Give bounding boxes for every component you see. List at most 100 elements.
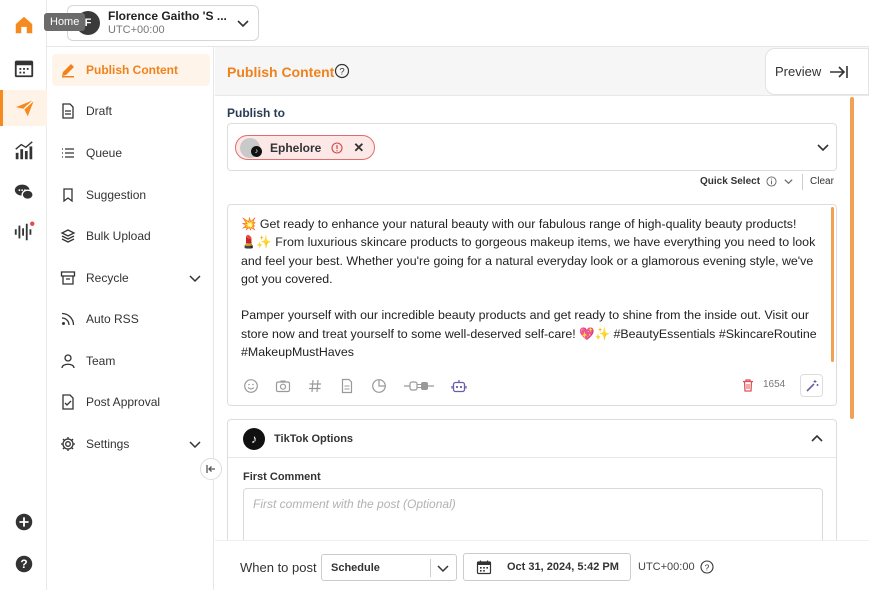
warning-icon[interactable] bbox=[331, 141, 343, 154]
publish-to-select[interactable]: ♪ Ephelore ✕ bbox=[227, 123, 837, 171]
publish-to-label: Publish to bbox=[227, 106, 285, 120]
page-title: Publish Content bbox=[227, 64, 335, 80]
trash-icon[interactable] bbox=[741, 378, 755, 392]
archive-icon bbox=[60, 271, 76, 285]
chevron-down-icon bbox=[784, 179, 793, 185]
ai-bot-icon[interactable] bbox=[451, 378, 467, 394]
list-icon bbox=[62, 148, 74, 158]
post-editor[interactable]: 💥 Get ready to enhance your natural beau… bbox=[227, 204, 837, 406]
chevron-down-icon[interactable] bbox=[816, 140, 830, 154]
tiktok-options-header[interactable]: ♪ TikTok Options bbox=[228, 420, 836, 458]
help-button[interactable]: ? bbox=[0, 546, 47, 582]
schedule-select[interactable]: Schedule bbox=[321, 554, 457, 581]
collapse-sidebar-button[interactable] bbox=[200, 458, 222, 480]
calendar-icon bbox=[476, 560, 492, 575]
sidebar-item-label: Team bbox=[86, 354, 116, 368]
character-count: 1654 bbox=[763, 379, 786, 390]
pen-icon bbox=[62, 64, 74, 78]
user-icon bbox=[61, 354, 75, 369]
calendar-icon bbox=[14, 60, 33, 78]
document-icon[interactable] bbox=[339, 378, 355, 394]
main-panel: Publish Content ? Preview Publish to ♪ E… bbox=[215, 47, 869, 590]
magic-wand-icon bbox=[805, 379, 818, 392]
when-to-post-label: When to post bbox=[240, 560, 317, 575]
inbox-icon bbox=[14, 184, 34, 201]
quick-select-label: Quick Select bbox=[700, 176, 761, 187]
sidebar-item-draft[interactable]: Draft bbox=[52, 95, 210, 127]
first-comment-label: First Comment bbox=[243, 471, 321, 483]
svg-text:?: ? bbox=[339, 67, 344, 78]
chevron-down-icon bbox=[189, 275, 201, 283]
hashtag-icon[interactable] bbox=[307, 378, 323, 394]
clear-button[interactable]: Clear bbox=[810, 176, 834, 187]
chevron-down-icon bbox=[189, 441, 201, 449]
account-chip[interactable]: ♪ Ephelore ✕ bbox=[235, 135, 376, 160]
sidebar-item-recycle[interactable]: Recycle bbox=[52, 262, 210, 294]
sidebar-item-queue[interactable]: Queue bbox=[52, 137, 210, 169]
help-circle-icon[interactable]: ? bbox=[700, 560, 714, 574]
sidebar-item-label: Recycle bbox=[86, 271, 129, 285]
bookmark-icon bbox=[63, 188, 73, 203]
timezone-label: UTC+00:00 bbox=[638, 561, 695, 573]
quick-select-dropdown[interactable]: Quick Select bbox=[700, 176, 794, 187]
ai-assist-button[interactable] bbox=[800, 374, 823, 397]
account-chip-label: Ephelore bbox=[270, 140, 322, 155]
remove-chip-icon[interactable]: ✕ bbox=[353, 140, 364, 156]
chevron-down-icon bbox=[437, 565, 449, 573]
svg-text:?: ? bbox=[20, 557, 27, 571]
account-timezone: UTC+00:00 bbox=[108, 24, 165, 36]
date-time-picker[interactable]: Oct 31, 2024, 5:42 PM bbox=[463, 553, 631, 581]
tiktok-icon: ♪ bbox=[251, 146, 262, 157]
sidebar-item-bulk-upload[interactable]: Bulk Upload bbox=[52, 220, 210, 252]
sidebar-item-label: Queue bbox=[86, 146, 123, 160]
preview-button[interactable]: Preview bbox=[765, 48, 869, 95]
emoji-icon[interactable] bbox=[243, 378, 259, 394]
sidebar-item-label: Post Approval bbox=[86, 395, 161, 409]
add-icon bbox=[15, 513, 32, 531]
tiktok-options-title: TikTok Options bbox=[274, 433, 354, 445]
sidebar: Publish Content Draft Queue Suggestion B… bbox=[47, 47, 214, 590]
main-scrollbar[interactable] bbox=[850, 97, 854, 419]
sidebar-item-label: Publish Content bbox=[86, 63, 178, 77]
pie-chart-icon[interactable] bbox=[371, 378, 387, 394]
listening-button[interactable] bbox=[0, 214, 47, 250]
editor-scrollbar[interactable] bbox=[831, 207, 834, 362]
layers-icon bbox=[60, 229, 76, 243]
date-value: Oct 31, 2024, 5:42 PM bbox=[507, 561, 619, 573]
sidebar-item-publish-content[interactable]: Publish Content bbox=[52, 54, 210, 86]
publish-button[interactable] bbox=[0, 90, 47, 126]
divider bbox=[802, 174, 803, 190]
icon-rail: Home ? bbox=[0, 0, 86, 590]
account-switcher[interactable]: F Florence Gaitho 'S ... UTC+00:00 bbox=[67, 5, 259, 41]
help-circle-icon[interactable]: ? bbox=[334, 63, 350, 79]
calendar-button[interactable] bbox=[0, 50, 47, 86]
sidebar-item-label: Bulk Upload bbox=[86, 229, 151, 243]
post-text[interactable]: 💥 Get ready to enhance your natural beau… bbox=[241, 215, 821, 361]
schedule-footer: When to post Schedule Oct 31, 2024, 5:42… bbox=[215, 540, 869, 590]
post-text-line-3: Pamper yourself with our incredible beau… bbox=[241, 308, 821, 360]
sidebar-item-post-approval[interactable]: Post Approval bbox=[52, 386, 210, 418]
analytics-button[interactable] bbox=[0, 133, 47, 169]
home-icon bbox=[15, 16, 32, 34]
account-name: Florence Gaitho 'S ... bbox=[108, 9, 227, 23]
svg-text:?: ? bbox=[705, 562, 710, 572]
post-text-line-1: 💥 Get ready to enhance your natural beau… bbox=[241, 217, 797, 231]
main-header: Publish Content ? Preview bbox=[215, 47, 869, 96]
sidebar-item-team[interactable]: Team bbox=[52, 345, 210, 377]
post-text-line-2: 💄✨ From luxurious skincare products to g… bbox=[241, 235, 819, 286]
sidebar-item-suggestion[interactable]: Suggestion bbox=[52, 179, 210, 211]
sidebar-item-label: Suggestion bbox=[86, 188, 147, 202]
sidebar-item-settings[interactable]: Settings bbox=[52, 428, 210, 460]
home-button[interactable] bbox=[0, 7, 47, 43]
document-icon bbox=[62, 103, 74, 119]
link-shortener-icon[interactable] bbox=[403, 378, 435, 394]
chevron-down-icon bbox=[237, 20, 249, 28]
add-button[interactable] bbox=[0, 504, 47, 540]
divider bbox=[430, 559, 431, 577]
sidebar-item-auto-rss[interactable]: Auto RSS bbox=[52, 303, 210, 335]
inbox-button[interactable] bbox=[0, 174, 47, 210]
schedule-value: Schedule bbox=[331, 561, 380, 574]
chevron-up-icon[interactable] bbox=[810, 432, 824, 446]
camera-icon[interactable] bbox=[275, 378, 291, 394]
sidebar-item-label: Auto RSS bbox=[86, 312, 139, 326]
